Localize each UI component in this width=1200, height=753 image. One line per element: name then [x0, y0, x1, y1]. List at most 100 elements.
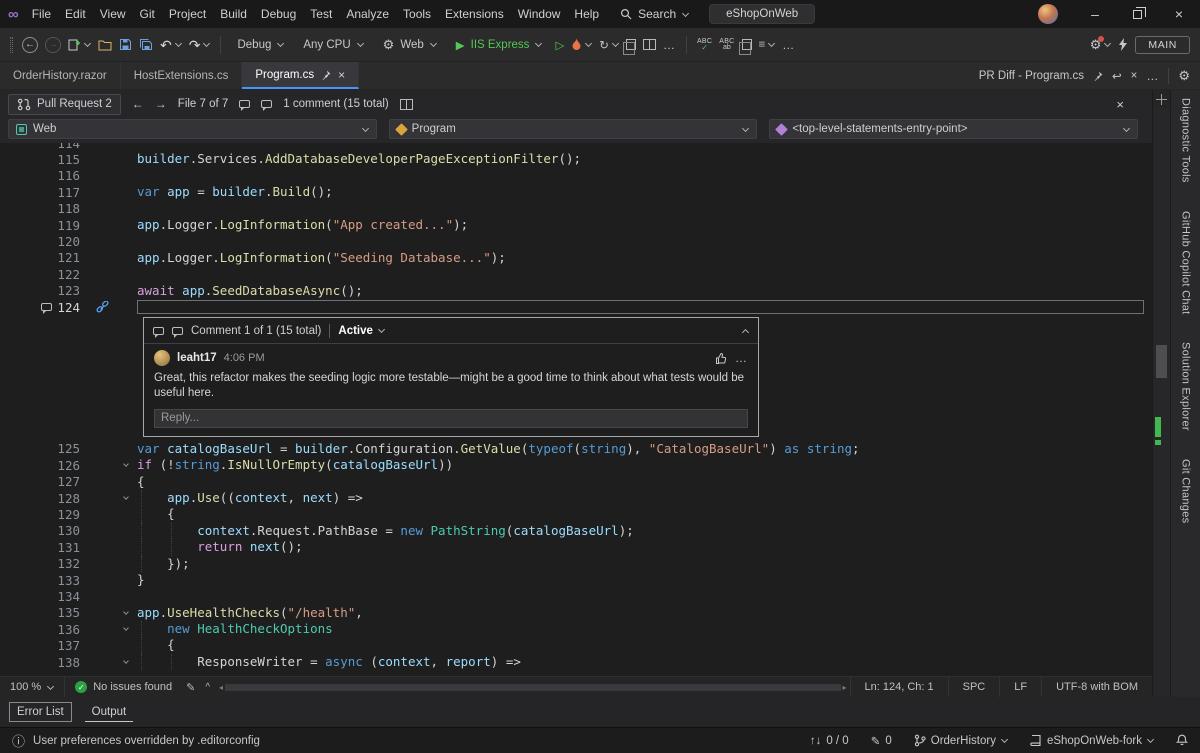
next-comment-icon[interactable] [172, 327, 183, 335]
pull-request-button[interactable]: Pull Request 2 [8, 94, 121, 115]
tab-output[interactable]: Output [85, 703, 134, 722]
menu-help[interactable]: Help [567, 0, 606, 28]
code-line-114[interactable]: 114 [0, 143, 1152, 151]
menu-view[interactable]: View [93, 0, 133, 28]
code-line-126[interactable]: 126if (!string.IsNullOrEmpty(catalogBase… [0, 457, 1152, 473]
code-line-132[interactable]: 132 }); [0, 556, 1152, 572]
tab-program-cs[interactable]: Program.cs × [242, 62, 359, 89]
code-line-119[interactable]: 119app.Logger.LogInformation("App create… [0, 217, 1152, 233]
undo-button[interactable]: ↶ [160, 38, 182, 52]
menu-test[interactable]: Test [303, 0, 339, 28]
sync-status[interactable]: ↑↓0 / 0 [810, 735, 849, 747]
save-button[interactable] [119, 38, 132, 51]
scroll-right-icon[interactable]: ▸ [843, 683, 847, 692]
code-line-122[interactable]: 122 [0, 266, 1152, 282]
new-project-button[interactable] [68, 38, 91, 51]
comment-link-icon[interactable] [96, 301, 109, 314]
platform-dropdown[interactable]: Any CPU [297, 37, 369, 53]
comment-marker-icon[interactable] [41, 303, 52, 311]
fold-chevron-icon[interactable] [123, 658, 129, 664]
user-avatar[interactable] [1038, 4, 1058, 24]
code-line-136[interactable]: 136 new HealthCheckOptions [0, 621, 1152, 637]
branch-picker[interactable]: OrderHistory [914, 734, 1008, 747]
menu-extensions[interactable]: Extensions [438, 0, 511, 28]
code-line-138[interactable]: 138 ResponseWriter = async (context, rep… [0, 654, 1152, 670]
menu-debug[interactable]: Debug [254, 0, 303, 28]
menu-file[interactable]: File [25, 0, 58, 28]
type-dropdown[interactable]: Program [389, 119, 758, 139]
cursor-position[interactable]: Ln: 124, Ch: 1 [850, 677, 948, 697]
line-options-button[interactable]: ≡ [759, 39, 776, 51]
comment-more-button[interactable]: … [735, 351, 748, 365]
promote-preview-icon[interactable]: ↩ [1112, 69, 1122, 83]
spell-check-button[interactable]: ABC✓ [697, 39, 712, 51]
hot-reload-button[interactable] [571, 38, 592, 51]
fold-chevron-icon[interactable] [123, 625, 129, 631]
diff-layout-icon[interactable] [400, 99, 413, 110]
pin-icon[interactable] [1093, 71, 1103, 81]
search-menu[interactable]: Search [620, 7, 689, 21]
code-line-117[interactable]: 117var app = builder.Build(); [0, 184, 1152, 200]
code-line-123[interactable]: 123await app.SeedDatabaseAsync(); [0, 283, 1152, 299]
fold-chevron-icon[interactable] [123, 462, 129, 468]
issues-indicator[interactable]: ✓No issues found [65, 681, 182, 693]
notifications-button[interactable]: ⚙ [1090, 38, 1112, 51]
file-encoding[interactable]: UTF-8 with BOM [1041, 677, 1152, 697]
tab-orderhistory-razor[interactable]: OrderHistory.razor [0, 62, 121, 89]
scrollbar-track[interactable] [1153, 108, 1170, 697]
navigate-back-button[interactable]: ← [22, 37, 38, 53]
fold-chevron-icon[interactable] [123, 609, 129, 615]
previous-comment-icon[interactable] [239, 100, 250, 108]
save-all-button[interactable] [139, 38, 153, 51]
tab-error-list[interactable]: Error List [10, 703, 71, 721]
collapse-thread-icon[interactable] [742, 329, 749, 336]
menu-analyze[interactable]: Analyze [339, 0, 396, 28]
vertical-scrollbar[interactable] [1152, 90, 1170, 697]
run-button[interactable]: ▶IIS Express [450, 36, 549, 54]
notifications-bell[interactable] [1176, 734, 1188, 747]
navigate-forward-button[interactable]: → [45, 37, 61, 53]
close-button[interactable]: × [1158, 0, 1200, 28]
configuration-dropdown[interactable]: Debug [231, 37, 290, 53]
toolbar-overflow-button-2[interactable]: … [782, 38, 795, 52]
code-line-121[interactable]: 121app.Logger.LogInformation("Seeding Da… [0, 250, 1152, 266]
fold-chevron-icon[interactable] [123, 494, 129, 500]
side-tab-git-changes[interactable]: Git Changes [1180, 459, 1192, 523]
project-dropdown[interactable]: Web [8, 119, 377, 139]
menu-project[interactable]: Project [162, 0, 213, 28]
open-folder-button[interactable] [98, 39, 112, 51]
code-editor[interactable]: 114115builder.Services.AddDatabaseDevelo… [0, 143, 1152, 676]
code-line-137[interactable]: 137 { [0, 637, 1152, 653]
pending-edits[interactable]: ✎0 [871, 734, 892, 748]
scrollbar-thumb[interactable] [1156, 345, 1167, 378]
send-feedback-button[interactable] [1118, 38, 1128, 51]
menu-build[interactable]: Build [213, 0, 254, 28]
code-line-131[interactable]: 131 return next(); [0, 539, 1152, 555]
member-dropdown[interactable]: <top-level-statements-entry-point> [769, 119, 1138, 139]
preview-tab-label[interactable]: PR Diff - Program.cs [979, 70, 1084, 82]
startup-profile-dropdown[interactable]: ⚙Web [377, 36, 443, 53]
find-in-files-button[interactable] [626, 39, 636, 50]
settings-gear-icon[interactable]: ⚙ [1178, 69, 1190, 82]
navigate-code-button[interactable] [742, 39, 752, 50]
code-line-118[interactable]: 118 [0, 201, 1152, 217]
code-line-120[interactable]: 120 [0, 233, 1152, 249]
more-options-icon[interactable]: … [1146, 69, 1159, 83]
code-line-135[interactable]: 135app.UseHealthChecks("/health", [0, 605, 1152, 621]
close-pr-bar-button[interactable]: × [1116, 97, 1124, 112]
horizontal-scrollbar[interactable]: ◂ ▸ [216, 677, 850, 697]
refresh-button[interactable]: ↻ [599, 38, 619, 52]
code-line-133[interactable]: 133} [0, 572, 1152, 588]
code-line-130[interactable]: 130 context.Request.PathBase = new PathS… [0, 523, 1152, 539]
restore-button[interactable] [1116, 0, 1158, 28]
solution-name-box[interactable]: eShopOnWeb [709, 4, 815, 24]
close-tab-icon[interactable]: × [338, 68, 345, 82]
next-file-button[interactable]: → [155, 97, 167, 111]
toolbar-grip[interactable] [10, 37, 13, 53]
menu-tools[interactable]: Tools [396, 0, 438, 28]
scroll-left-icon[interactable]: ◂ [219, 683, 223, 692]
collapse-caret-icon[interactable]: ^ [205, 682, 210, 693]
code-line-115[interactable]: 115builder.Services.AddDatabaseDeveloper… [0, 151, 1152, 167]
code-line-128[interactable]: 128 app.Use((context, next) => [0, 490, 1152, 506]
split-editor-handle[interactable] [1153, 90, 1170, 108]
